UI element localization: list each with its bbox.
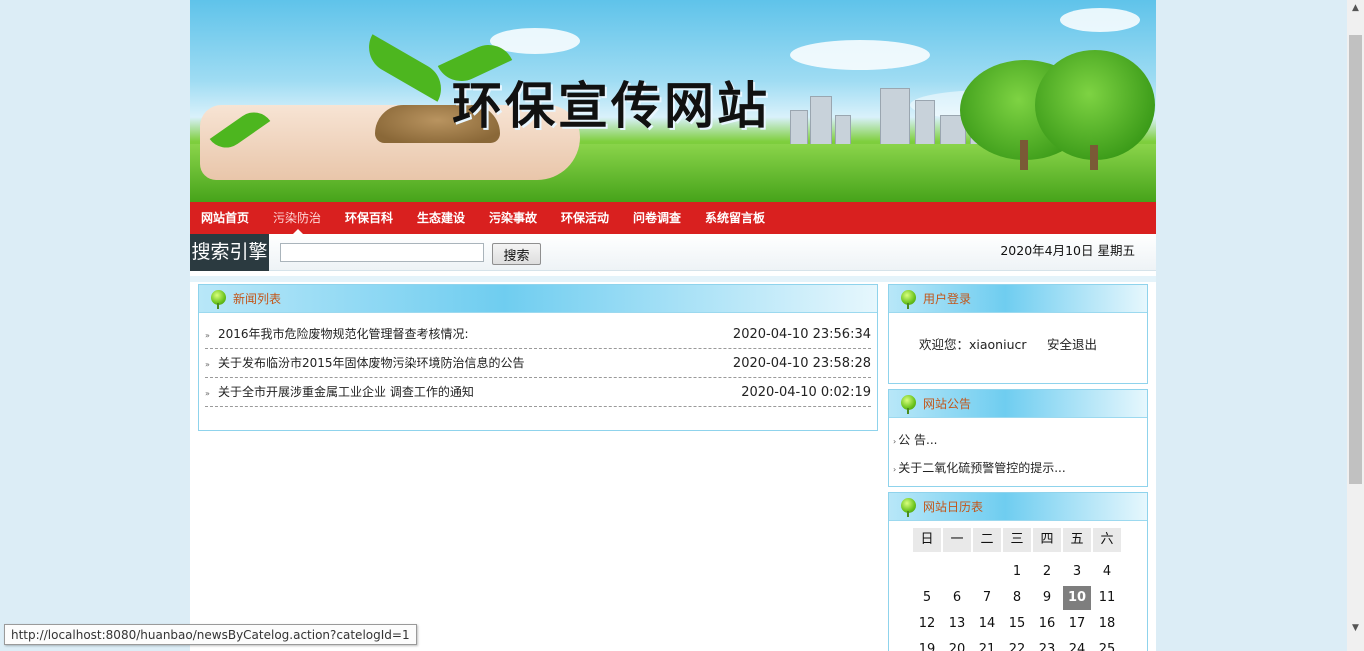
page: 环保宣传网站 网站首页 污染防治 环保百科 生态建设 污染事故 环保活动 问卷调… [190, 0, 1156, 651]
calendar-weekday: 三 [1003, 528, 1031, 552]
arrow-icon: › [893, 465, 897, 474]
search-button[interactable]: 搜索 [492, 243, 541, 265]
pin-icon [901, 498, 916, 517]
calendar-day[interactable]: 20 [943, 638, 971, 651]
login-panel: 用户登录 欢迎您：xiaoniucr 安全退出 [888, 284, 1148, 384]
calendar-day[interactable]: 2 [1033, 560, 1061, 584]
news-time: 2020-04-10 0:02:19 [741, 385, 871, 400]
calendar-day[interactable]: 25 [1093, 638, 1121, 651]
calendar-day[interactable]: 7 [973, 586, 1001, 610]
nav-item-ecology[interactable]: 生态建设 [417, 202, 465, 234]
arrow-icon: › [893, 437, 897, 446]
pin-icon [901, 395, 916, 414]
calendar-day[interactable]: 13 [943, 612, 971, 636]
calendar-day[interactable]: 16 [1033, 612, 1061, 636]
news-title[interactable]: 2016年我市危险废物规范化管理督查考核情况: [218, 320, 469, 349]
main-nav: 网站首页 污染防治 环保百科 生态建设 污染事故 环保活动 问卷调查 系统留言板 [190, 202, 1156, 235]
news-time: 2020-04-10 23:56:34 [732, 327, 871, 342]
calendar-day[interactable]: 4 [1093, 560, 1121, 584]
notice-panel-header: 网站公告 [889, 390, 1147, 418]
calendar-day[interactable]: 6 [943, 586, 971, 610]
calendar-weekday: 一 [943, 528, 971, 552]
calendar-weekday: 二 [973, 528, 1001, 552]
calendar-day[interactable]: 12 [913, 612, 941, 636]
calendar-day[interactable]: 11 [1093, 586, 1121, 610]
calendar-weekday: 日 [913, 528, 941, 552]
scroll-up-arrow-icon[interactable]: ▲ [1347, 0, 1364, 17]
calendar-day[interactable]: 18 [1093, 612, 1121, 636]
news-panel-title: 新闻列表 [233, 292, 282, 306]
scroll-thumb[interactable] [1349, 35, 1362, 484]
notice-item[interactable]: › 公 告... [893, 431, 937, 448]
nav-item-activities[interactable]: 环保活动 [561, 202, 609, 234]
calendar-day[interactable]: 9 [1033, 586, 1061, 610]
calendar-day[interactable]: 22 [1003, 638, 1031, 651]
nav-item-encyclopedia[interactable]: 环保百科 [345, 202, 393, 234]
pin-icon [901, 290, 916, 309]
calendar-day[interactable]: 23 [1033, 638, 1061, 651]
notice-panel-title: 网站公告 [923, 397, 972, 411]
login-panel-title: 用户登录 [923, 292, 972, 306]
calendar-panel: 网站日历表 日一二三四五六 1 2 3 4 5 6 7 8 9 10 11 12 13 14 15 16 17 18… [888, 492, 1148, 651]
calendar-weekday: 六 [1093, 528, 1121, 552]
double-arrow-icon: » [205, 331, 210, 340]
news-row[interactable]: » 关于全市开展涉重金属工业企业 调查工作的通知 2020-04-10 0:02… [205, 378, 871, 407]
notice-label[interactable]: 关于二氧化硫预警管控的提示... [898, 461, 1065, 475]
news-row[interactable]: » 2016年我市危险废物规范化管理督查考核情况: 2020-04-10 23:… [205, 320, 871, 349]
pin-icon [211, 290, 226, 309]
notice-item[interactable]: › 关于二氧化硫预警管控的提示... [893, 459, 1066, 476]
news-title[interactable]: 关于发布临汾市2015年固体废物污染环境防治信息的公告 [218, 349, 525, 378]
calendar-today[interactable]: 10 [1063, 586, 1091, 610]
divider-strip [190, 276, 1156, 282]
calendar-day[interactable]: 24 [1063, 638, 1091, 651]
calendar-day[interactable]: 1 [1003, 560, 1031, 584]
banner-title: 环保宣传网站 [452, 76, 770, 135]
logout-link[interactable]: 安全退出 [1047, 334, 1097, 353]
calendar-panel-header: 网站日历表 [889, 493, 1147, 521]
calendar-day[interactable]: 17 [1063, 612, 1091, 636]
calendar-day[interactable]: 19 [913, 638, 941, 651]
search-bar: 搜索引擎 搜索 2020年4月10日 星期五 [190, 234, 1156, 271]
browser-status-bar: http://localhost:8080/huanbao/newsByCate… [4, 624, 417, 645]
news-time: 2020-04-10 23:58:28 [732, 356, 871, 371]
calendar-day[interactable]: 3 [1063, 560, 1091, 584]
scroll-down-arrow-icon[interactable]: ▼ [1347, 620, 1364, 637]
welcome-text: 欢迎您：xiaoniucr [919, 337, 1027, 352]
search-input[interactable] [280, 243, 484, 262]
calendar-day[interactable]: 15 [1003, 612, 1031, 636]
nav-item-survey[interactable]: 问卷调查 [633, 202, 681, 234]
calendar-day[interactable]: 8 [1003, 586, 1031, 610]
nav-item-guestbook[interactable]: 系统留言板 [705, 202, 765, 234]
calendar-day[interactable]: 5 [913, 586, 941, 610]
calendar-weekday: 四 [1033, 528, 1061, 552]
notice-panel: 网站公告 › 公 告... › 关于二氧化硫预警管控的提示... [888, 389, 1148, 487]
notice-label[interactable]: 公 告... [898, 433, 937, 447]
site-banner: 环保宣传网站 [190, 0, 1156, 202]
news-panel: 新闻列表 » 2016年我市危险废物规范化管理督查考核情况: 2020-04-1… [198, 284, 878, 431]
login-panel-header: 用户登录 [889, 285, 1147, 313]
double-arrow-icon: » [205, 360, 210, 369]
calendar-day[interactable]: 14 [973, 612, 1001, 636]
page-scrollbar[interactable]: ▲ ▼ [1347, 0, 1364, 651]
calendar-weekday: 五 [1063, 528, 1091, 552]
double-arrow-icon: » [205, 389, 210, 398]
calendar-panel-title: 网站日历表 [923, 500, 984, 514]
news-panel-header: 新闻列表 [199, 285, 877, 313]
nav-item-home[interactable]: 网站首页 [201, 202, 249, 234]
nav-item-pollution-accidents[interactable]: 污染事故 [489, 202, 537, 234]
news-title[interactable]: 关于全市开展涉重金属工业企业 调查工作的通知 [218, 378, 474, 407]
calendar-day[interactable]: 21 [973, 638, 1001, 651]
search-label: 搜索引擎 [190, 234, 269, 271]
news-row[interactable]: » 关于发布临汾市2015年固体废物污染环境防治信息的公告 2020-04-10… [205, 349, 871, 378]
current-date: 2020年4月10日 星期五 [1000, 243, 1135, 258]
